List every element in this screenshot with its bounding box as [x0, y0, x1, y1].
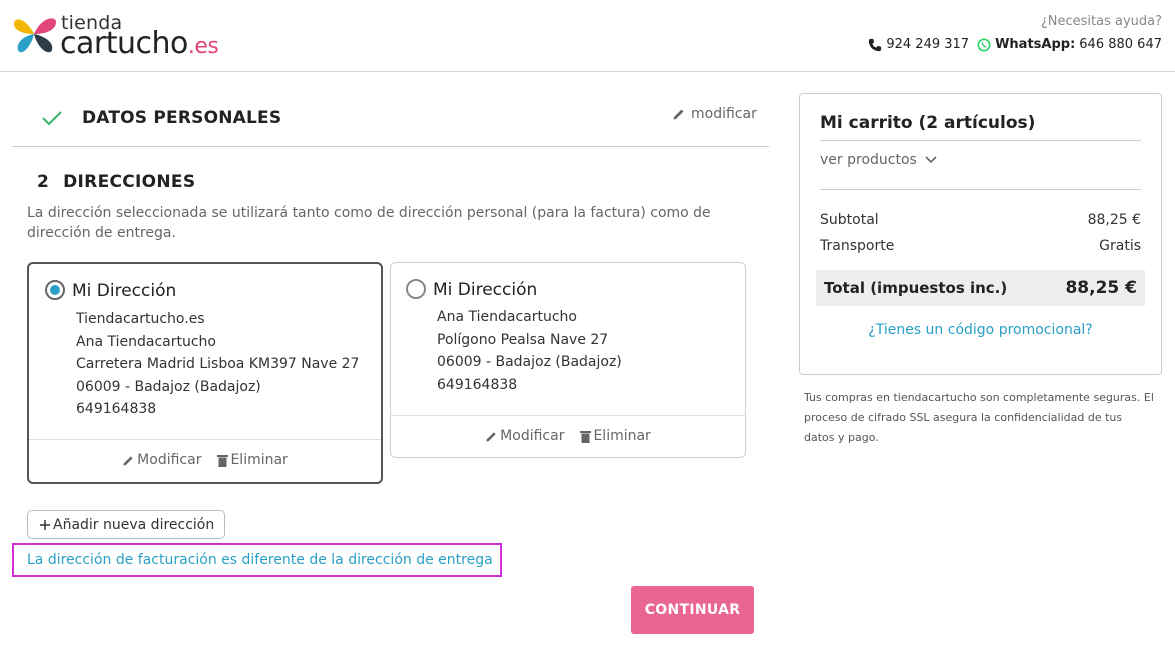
pencil-icon: [673, 109, 684, 120]
address-line: 649164838: [437, 376, 518, 393]
subtotal-value: 88,25 €: [1087, 212, 1141, 228]
total-label: Total (impuestos inc.): [824, 279, 1008, 297]
address-line: Tiendacartucho.es: [76, 311, 205, 327]
delete-address-button[interactable]: Eliminar: [217, 452, 288, 468]
modify-label: modificar: [691, 106, 757, 122]
subtotal-label: Subtotal: [820, 212, 879, 228]
address-actions: Modificar Eliminar: [29, 452, 381, 468]
continue-button[interactable]: CONTINUAR: [631, 586, 754, 634]
address-lines: Ana Tiendacartucho Polígono Pealsa Nave …: [437, 306, 622, 396]
modify-personal-data-link[interactable]: modificar: [672, 106, 757, 122]
step-addresses-description: La dirección seleccionada se utilizará t…: [27, 205, 711, 241]
total-row: Total (impuestos inc.) 88,25 €: [816, 270, 1145, 306]
butterfly-logo-icon: [14, 18, 56, 53]
view-products-toggle[interactable]: ver productos: [820, 152, 937, 168]
logo-text-big: cartucho.es: [60, 26, 219, 61]
promo-code-link[interactable]: ¿Tienes un código promocional?: [800, 322, 1161, 338]
address-line: Carretera Madrid Lisboa KM397 Nave 27: [76, 356, 360, 372]
whatsapp-label: WhatsApp:: [995, 37, 1076, 52]
address-radio[interactable]: [406, 279, 426, 299]
address-alias: Mi Dirección: [72, 281, 177, 301]
edit-address-button[interactable]: Modificar: [485, 428, 564, 444]
card-divider: [391, 415, 745, 416]
subtotal-row: Subtotal 88,25 €: [820, 212, 1141, 228]
phone-number[interactable]: 924 249 317: [886, 37, 969, 52]
address-card-selected[interactable]: Mi Dirección Tiendacartucho.es Ana Tiend…: [27, 262, 383, 484]
phone-icon: [869, 38, 882, 51]
cart-title: Mi carrito (2 artículos): [820, 113, 1036, 133]
add-address-button[interactable]: Añadir nueva dirección: [27, 510, 226, 539]
address-line: Ana Tiendacartucho: [437, 309, 577, 325]
trash-icon: [580, 430, 592, 443]
step-personal-data-title: DATOS PERSONALES: [82, 108, 282, 128]
card-divider: [29, 439, 381, 440]
address-line: 06009 - Badajoz (Badajoz): [437, 354, 622, 370]
address-line: 06009 - Badajoz (Badajoz): [76, 378, 261, 395]
edit-address-button[interactable]: Modificar: [122, 452, 201, 468]
help-text: ¿Necesitas ayuda?: [1040, 14, 1162, 29]
address-lines: Tiendacartucho.es Ana Tiendacartucho Car…: [76, 308, 359, 421]
pencil-icon: [123, 455, 133, 466]
site-logo[interactable]: tienda cartucho.es: [12, 12, 242, 61]
cart-divider: [820, 140, 1141, 141]
shipping-label: Transporte: [820, 238, 895, 254]
chevron-down-icon: [925, 156, 937, 164]
address-line: Polígono Pealsa Nave 27: [437, 331, 609, 348]
secure-purchase-note: Tus compras en tiendacartucho son comple…: [804, 391, 1154, 444]
address-alias: Mi Dirección: [433, 280, 538, 300]
address-line: Ana Tiendacartucho: [76, 333, 216, 350]
step-addresses-title: 2 DIRECCIONES: [37, 172, 196, 192]
whatsapp-number[interactable]: 646 880 647: [1079, 37, 1162, 52]
address-actions: Modificar Eliminar: [391, 428, 745, 444]
shipping-value: Gratis: [1099, 238, 1141, 254]
address-card[interactable]: Mi Dirección Ana Tiendacartucho Polígono…: [390, 262, 746, 458]
whatsapp-icon: [977, 38, 991, 51]
site-header: tienda cartucho.es ¿Necesitas ayuda? 924…: [0, 0, 1175, 72]
logo-tld: .es: [187, 34, 219, 59]
plus-icon: [40, 519, 50, 530]
address-line: 649164838: [76, 401, 157, 417]
delete-address-button[interactable]: Eliminar: [580, 428, 651, 444]
check-icon: [42, 111, 62, 126]
address-radio-selected[interactable]: [45, 280, 65, 300]
pencil-icon: [486, 431, 496, 442]
cart-summary: Mi carrito (2 artículos) ver productos S…: [799, 93, 1162, 375]
step-personal-data: DATOS PERSONALES modificar: [12, 92, 769, 147]
trash-icon: [217, 454, 229, 467]
cart-divider: [820, 189, 1141, 190]
total-value: 88,25 €: [1065, 278, 1137, 298]
billing-address-different-link[interactable]: La dirección de facturación es diferente…: [12, 543, 502, 577]
shipping-row: Transporte Gratis: [820, 238, 1141, 254]
step-number: 2: [37, 172, 50, 192]
contact-info: 924 249 317 WhatsApp: 646 880 647: [868, 37, 1162, 52]
